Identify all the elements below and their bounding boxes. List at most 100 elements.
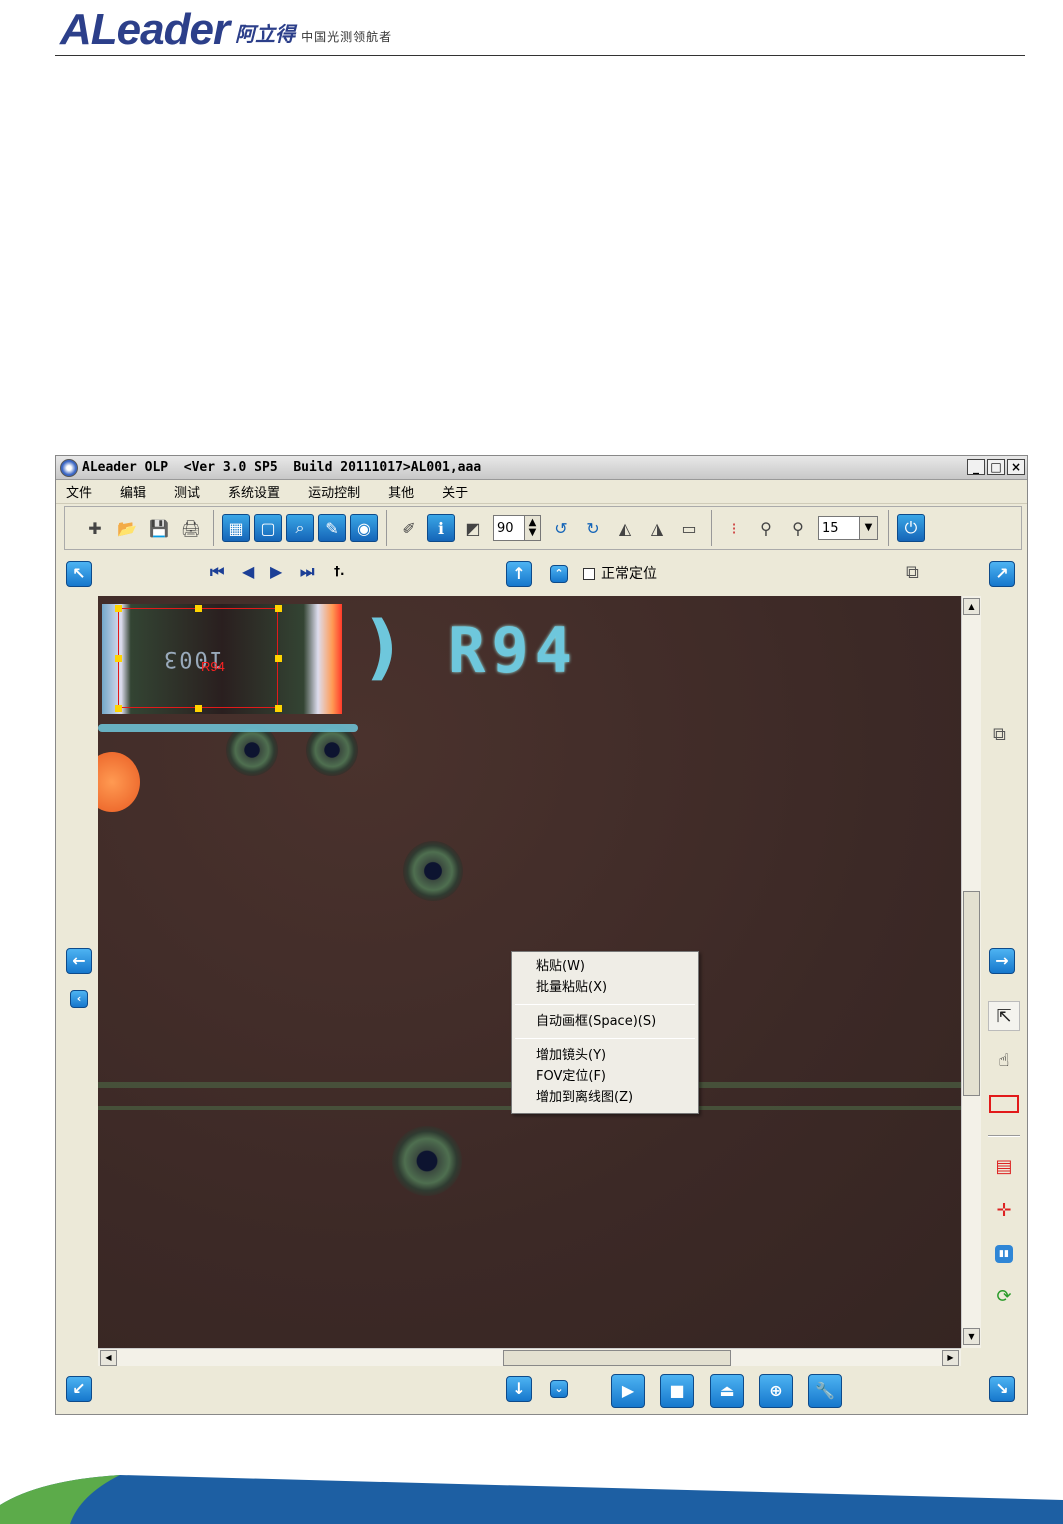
- pointer-icon[interactable]: ⇱: [988, 1001, 1020, 1031]
- normal-locate-checkbox[interactable]: [583, 568, 595, 580]
- title-bar[interactable]: ALeader OLP <Ver 3.0 SP5 Build 20111017>…: [56, 456, 1027, 480]
- pan-down-button[interactable]: ↓: [506, 1376, 532, 1402]
- menu-bar: 文件 编辑 测试 系统设置 运动控制 其他 关于: [56, 480, 1027, 504]
- rotate-stepper[interactable]: 90 ▲ ▼: [493, 515, 541, 541]
- resize-handle[interactable]: [115, 655, 122, 662]
- step-down-button[interactable]: ⌄: [550, 1380, 568, 1398]
- scroll-up-icon[interactable]: ▲: [963, 598, 980, 615]
- ctx-add-lens[interactable]: 增加镜头(Y): [512, 1045, 698, 1066]
- new-file-icon[interactable]: ✚: [81, 514, 109, 542]
- print-icon[interactable]: 🖨: [177, 514, 205, 542]
- rotate-right-icon[interactable]: ↻: [579, 514, 607, 542]
- context-menu: 粘贴(W) 批量粘贴(X) 自动画框(Space)(S) 增加镜头(Y) FOV…: [511, 951, 699, 1114]
- nav-marker: †.: [334, 564, 345, 578]
- scroll-left-icon[interactable]: ◀: [100, 1350, 117, 1366]
- restore-view-icon[interactable]: ⧉: [906, 562, 919, 583]
- magnifier-icon[interactable]: ⌕: [286, 514, 314, 542]
- pan-up-button[interactable]: ↑: [506, 561, 532, 587]
- resize-handle[interactable]: [275, 655, 282, 662]
- menu-file[interactable]: 文件: [56, 482, 102, 501]
- step-up-button[interactable]: ⌃: [550, 565, 568, 583]
- ctx-add-offline[interactable]: 增加到离线图(Z): [512, 1087, 698, 1108]
- next-frame-button[interactable]: ▶: [270, 562, 282, 581]
- pan-up-right-button[interactable]: ↗: [989, 561, 1015, 587]
- hand-icon[interactable]: ☝: [988, 1045, 1020, 1075]
- rotate-value: 90: [497, 520, 514, 536]
- resize-handle[interactable]: [115, 605, 122, 612]
- mirror-v-icon[interactable]: ◮: [643, 514, 671, 542]
- close-button[interactable]: ×: [1007, 459, 1025, 475]
- info-icon[interactable]: ℹ: [427, 514, 455, 542]
- menu-motion[interactable]: 运动控制: [298, 482, 370, 501]
- save-icon[interactable]: 💾: [145, 514, 173, 542]
- resize-handle[interactable]: [195, 605, 202, 612]
- ctx-fov-locate[interactable]: FOV定位(F): [512, 1066, 698, 1087]
- resize-handle[interactable]: [195, 705, 202, 712]
- home-position-button[interactable]: ⊕: [759, 1374, 793, 1408]
- selection-box[interactable]: R94: [118, 608, 278, 708]
- power-icon[interactable]: ⏻: [897, 514, 925, 542]
- chart-icon[interactable]: ▮▮: [988, 1239, 1020, 1269]
- rectangle-icon[interactable]: ▭: [675, 514, 703, 542]
- horizontal-scroll-thumb[interactable]: [503, 1350, 731, 1366]
- scroll-right-icon[interactable]: ▶: [942, 1350, 959, 1366]
- ctx-auto-frame[interactable]: 自动画框(Space)(S): [512, 1011, 698, 1032]
- ctx-batch-paste[interactable]: 批量粘贴(X): [512, 977, 698, 998]
- silkscreen-bracket: ): [366, 606, 398, 688]
- camera-group-icon[interactable]: ▦: [222, 514, 250, 542]
- stepper-arrows-icon[interactable]: ▲ ▼: [524, 516, 540, 540]
- pan-down-left-button[interactable]: ↙: [66, 1376, 92, 1402]
- selection-label: R94: [201, 659, 225, 674]
- menu-edit[interactable]: 编辑: [110, 482, 156, 501]
- edit-doc-icon[interactable]: ✎: [318, 514, 346, 542]
- zoom-in-icon[interactable]: ⚲: [784, 514, 812, 542]
- snapshot-icon[interactable]: ◉: [350, 514, 378, 542]
- last-frame-button[interactable]: ⏭: [300, 562, 314, 582]
- maximize-button[interactable]: □: [987, 459, 1005, 475]
- toolbar-separator: [988, 1135, 1020, 1137]
- scroll-down-icon[interactable]: ▼: [963, 1328, 980, 1345]
- stop-button[interactable]: ■: [660, 1374, 694, 1408]
- open-file-icon[interactable]: 📂: [113, 514, 141, 542]
- resize-handle[interactable]: [115, 705, 122, 712]
- settings-wrench-button[interactable]: 🔧: [808, 1374, 842, 1408]
- color-pick-icon[interactable]: ⁝: [720, 514, 748, 542]
- draw-rect-icon[interactable]: [988, 1089, 1020, 1119]
- play-button[interactable]: ▶: [611, 1374, 645, 1408]
- menu-test[interactable]: 测试: [164, 482, 210, 501]
- step-left-button[interactable]: ‹: [70, 990, 88, 1008]
- pan-left-button[interactable]: ←: [66, 948, 92, 974]
- menu-about[interactable]: 关于: [432, 482, 478, 501]
- first-frame-button[interactable]: ⏮: [210, 562, 224, 582]
- refresh-icon[interactable]: ⟳: [988, 1281, 1020, 1311]
- horizontal-scrollbar[interactable]: ◀ ▶: [98, 1348, 961, 1366]
- resize-handle[interactable]: [275, 705, 282, 712]
- vertical-scrollbar[interactable]: ▲ ▼: [961, 596, 981, 1348]
- chevron-down-icon[interactable]: ▼: [859, 517, 877, 539]
- contrast-icon[interactable]: ◩: [459, 514, 487, 542]
- toolbar: ✚ 📂 💾 🖨 ▦ ▢ ⌕ ✎ ◉ ✐ ℹ ◩ 90 ▲▼ ↺ ↻ ◭ ◮ ▭: [64, 506, 1022, 550]
- ctx-paste[interactable]: 粘贴(W): [512, 956, 698, 977]
- properties-icon[interactable]: ▤: [988, 1151, 1020, 1181]
- pan-up-left-button[interactable]: ↖: [66, 561, 92, 587]
- zoom-out-icon[interactable]: ⚲: [752, 514, 780, 542]
- app-window: ALeader OLP <Ver 3.0 SP5 Build 20111017>…: [55, 455, 1028, 1415]
- crosshair-icon[interactable]: ✛: [988, 1195, 1020, 1225]
- right-toolbar: ⇱ ☝ ▤ ✛ ▮▮ ⟳: [986, 1001, 1021, 1341]
- minimize-button[interactable]: _: [967, 459, 985, 475]
- restore-panel-icon[interactable]: ⧉: [993, 724, 1006, 745]
- pan-down-right-button[interactable]: ↘: [989, 1376, 1015, 1402]
- frame-icon[interactable]: ▢: [254, 514, 282, 542]
- zoom-select[interactable]: 15 ▼: [818, 516, 878, 540]
- normal-locate-label: 正常定位: [601, 566, 657, 582]
- menu-other[interactable]: 其他: [378, 482, 424, 501]
- prev-frame-button[interactable]: ◀: [242, 562, 254, 581]
- rotate-left-icon[interactable]: ↺: [547, 514, 575, 542]
- eject-button[interactable]: ⏏: [710, 1374, 744, 1408]
- pan-right-button[interactable]: →: [989, 948, 1015, 974]
- resize-handle[interactable]: [275, 605, 282, 612]
- vertical-scroll-thumb[interactable]: [963, 891, 980, 1096]
- menu-settings[interactable]: 系统设置: [218, 482, 290, 501]
- mirror-h-icon[interactable]: ◭: [611, 514, 639, 542]
- note-icon[interactable]: ✐: [395, 514, 423, 542]
